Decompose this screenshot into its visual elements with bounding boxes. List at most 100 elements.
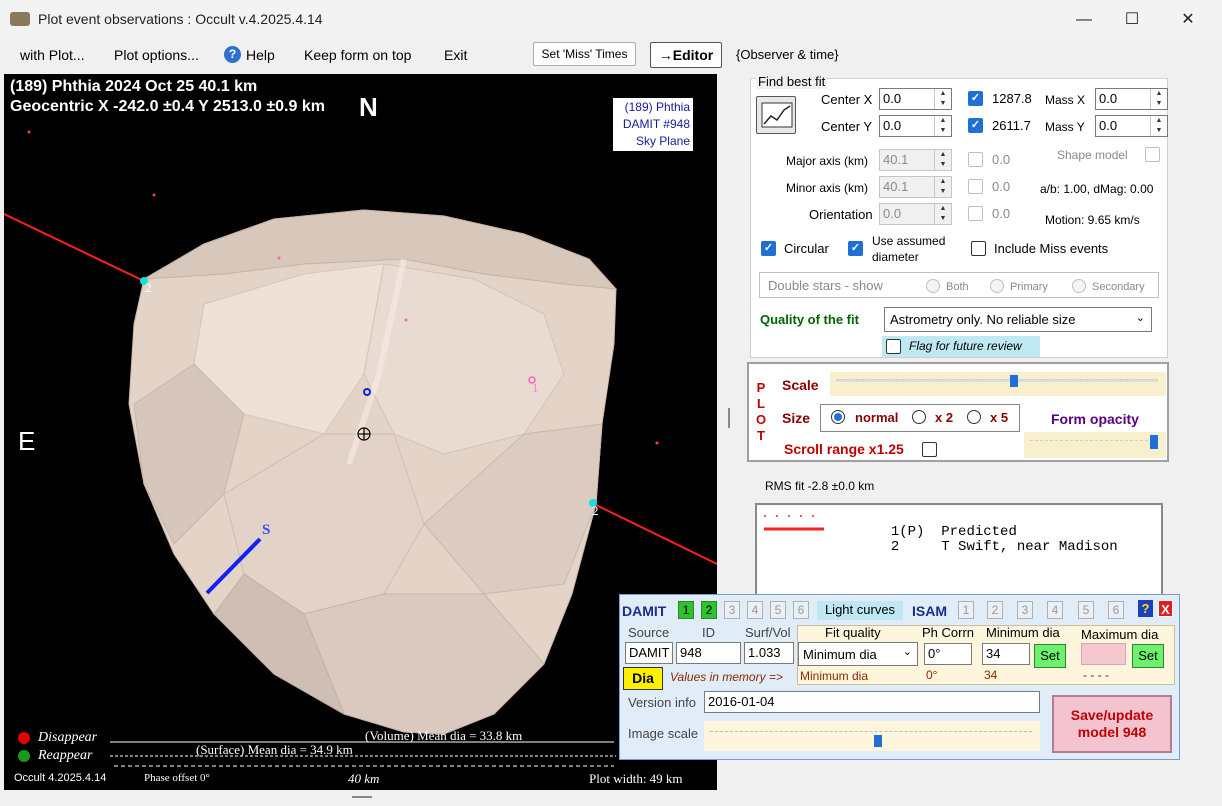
isam-model-6[interactable]: 6 (1108, 601, 1124, 619)
surface-mean-label: (Surface) Mean dia = 34.9 km (196, 742, 353, 757)
dia-button[interactable]: Dia (623, 667, 663, 690)
spin-arrows-icon[interactable]: ▲ ▼ (1150, 116, 1167, 136)
find-best-fit-button[interactable] (756, 96, 796, 134)
opacity-slider-thumb[interactable] (1150, 435, 1158, 449)
surf-vol-field[interactable]: 1.033 (744, 642, 794, 664)
close-icon[interactable]: X (1158, 600, 1173, 617)
scale-label: Scale (782, 377, 819, 393)
help-icon[interactable]: ? (224, 46, 241, 63)
editor-button[interactable]: →Editor (650, 42, 722, 68)
phase-offset-label: Phase offset 0° (144, 772, 210, 784)
bottom-grip[interactable] (352, 796, 372, 798)
spin-arrows-icon[interactable]: ▲ ▼ (934, 177, 951, 197)
center-x-label: Center X (821, 92, 873, 107)
star-dot (655, 441, 659, 445)
center-y-checkbox[interactable]: ✓ (968, 118, 983, 133)
damit-model-3[interactable]: 3 (724, 601, 740, 619)
form-opacity-label: Form opacity (1051, 411, 1139, 427)
opacity-slider[interactable] (1024, 432, 1166, 458)
image-scale-thumb[interactable] (874, 735, 882, 747)
star-dot (27, 130, 31, 134)
menu-with-plot[interactable]: with Plot... (20, 45, 85, 65)
center-y-spinner[interactable]: 0.0 ▲ ▼ (879, 115, 952, 137)
plot-svg (4, 130, 717, 767)
legend-object: (189) Phthia (624, 100, 690, 114)
minor-axis-checkbox[interactable] (968, 179, 983, 194)
ph-corr-field[interactable]: 0° (924, 643, 972, 665)
spin-arrows-icon[interactable]: ▲ ▼ (1150, 89, 1167, 109)
north-label: N (359, 92, 378, 122)
plot-area[interactable]: (189) Phthia 2024 Oct 25 40.1 km Geocent… (4, 74, 717, 790)
menu-keep-on-top[interactable]: Keep form on top (304, 45, 411, 65)
light-curves-button[interactable]: Light curves (817, 601, 903, 620)
close-button[interactable]: ✕ (1165, 6, 1211, 34)
secondary-radio[interactable] (1072, 279, 1086, 293)
fit-quality-select[interactable]: Minimum dia ⌄ (798, 642, 918, 666)
damit-model-4[interactable]: 4 (747, 601, 763, 619)
center-x-check-value: 1287.8 (992, 91, 1032, 106)
primary-label: Primary (1010, 281, 1048, 293)
both-radio[interactable] (926, 279, 940, 293)
spin-arrows-icon[interactable]: ▲ ▼ (934, 116, 951, 136)
size-x2-radio[interactable] (912, 410, 926, 424)
spin-arrows-icon[interactable]: ▲ ▼ (934, 89, 951, 109)
spin-arrows-icon[interactable]: ▲ ▼ (934, 150, 951, 170)
orientation-checkbox[interactable] (968, 206, 983, 221)
observer-time-label[interactable]: {Observer & time} (736, 45, 839, 65)
damit-model-5[interactable]: 5 (770, 601, 786, 619)
orientation-spinner[interactable]: 0.0 ▲ ▼ (879, 203, 952, 225)
isam-model-2[interactable]: 2 (987, 601, 1003, 619)
source-field[interactable]: DAMIT (625, 642, 673, 664)
scale-slider[interactable] (830, 372, 1166, 396)
quality-select[interactable]: Astrometry only. No reliable size ⌄ (884, 307, 1152, 332)
minor-axis-spinner[interactable]: 40.1 ▲ ▼ (879, 176, 952, 198)
scale-slider-thumb[interactable] (1010, 375, 1018, 387)
minimize-button[interactable]: — (1061, 6, 1107, 34)
flag-review-checkbox[interactable] (886, 339, 901, 354)
set-miss-times-button[interactable]: Set 'Miss' Times (533, 42, 636, 66)
menu-plot-options[interactable]: Plot options... (114, 45, 199, 65)
include-miss-checkbox[interactable] (971, 241, 986, 256)
isam-model-5[interactable]: 5 (1078, 601, 1094, 619)
size-normal-radio[interactable] (831, 410, 845, 424)
size-x5-radio[interactable] (967, 410, 981, 424)
splitter-handle[interactable] (728, 408, 730, 428)
mass-x-spinner[interactable]: 0.0 ▲ ▼ (1095, 88, 1168, 110)
help-icon[interactable]: ? (1138, 600, 1153, 617)
shape-model-checkbox[interactable] (1145, 147, 1160, 162)
damit-model-2[interactable]: 2 (701, 601, 717, 619)
damit-model-1[interactable]: 1 (678, 601, 694, 619)
mass-y-value: 0.0 (1099, 118, 1118, 133)
set-min-dia-button[interactable]: Set (1034, 644, 1066, 668)
save-model-button[interactable]: Save/update model 948 (1052, 695, 1172, 753)
version-field[interactable]: 2016-01-04 (704, 691, 1040, 713)
chord-line-right (593, 503, 717, 565)
maximize-button[interactable]: ☐ (1109, 6, 1155, 34)
isam-model-1[interactable]: 1 (958, 601, 974, 619)
primary-radio[interactable] (990, 279, 1004, 293)
damit-model-6[interactable]: 6 (793, 601, 809, 619)
circular-checkbox[interactable]: ✓ (761, 241, 776, 256)
set-max-dia-button[interactable]: Set (1132, 644, 1164, 668)
max-dia-field[interactable] (1081, 643, 1126, 665)
menu-exit[interactable]: Exit (444, 45, 467, 65)
star-dot (152, 193, 156, 197)
use-assumed-checkbox[interactable]: ✓ (848, 241, 863, 256)
title-bar: Plot event observations : Occult v.4.202… (0, 0, 1222, 40)
isam-model-4[interactable]: 4 (1047, 601, 1063, 619)
use-assumed-label-1: Use assumed (872, 234, 946, 248)
major-axis-checkbox[interactable] (968, 152, 983, 167)
chord-row[interactable]: 2 T Swift, near Madison (874, 523, 1118, 555)
center-x-spinner[interactable]: 0.0 ▲ ▼ (879, 88, 952, 110)
image-scale-slider[interactable] (704, 721, 1040, 751)
menu-help[interactable]: Help (246, 45, 275, 65)
mass-y-spinner[interactable]: 0.0 ▲ ▼ (1095, 115, 1168, 137)
isam-model-3[interactable]: 3 (1017, 601, 1033, 619)
center-x-checkbox[interactable]: ✓ (968, 91, 983, 106)
min-dia-field[interactable]: 34 (982, 643, 1030, 665)
id-field[interactable]: 948 (676, 642, 741, 664)
spin-arrows-icon[interactable]: ▲ ▼ (934, 204, 951, 224)
scroll-range-checkbox[interactable] (922, 442, 937, 457)
major-axis-spinner[interactable]: 40.1 ▲ ▼ (879, 149, 952, 171)
plot-width-label: Plot width: 49 km (589, 771, 683, 786)
